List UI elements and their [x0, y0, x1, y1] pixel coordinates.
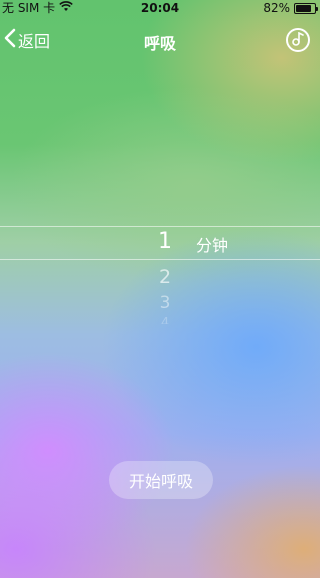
picker-top-line	[0, 226, 320, 227]
navigation-bar: 返回 呼吸	[0, 26, 320, 56]
picker-unit-label: 分钟	[196, 236, 229, 255]
start-breathing-button[interactable]: 开始呼吸	[109, 461, 213, 499]
battery-icon	[294, 3, 318, 14]
picker-selected-value[interactable]: 1	[150, 229, 180, 254]
picker-bottom-line	[0, 259, 320, 260]
status-right: 82%	[263, 0, 318, 16]
start-breathing-label: 开始呼吸	[128, 472, 193, 491]
page-title: 呼吸	[143, 34, 176, 53]
status-bar: 无 SIM 卡 20:04 82%	[0, 0, 320, 16]
picker-option[interactable]: 4	[150, 316, 180, 324]
picker-option[interactable]: 3	[150, 293, 180, 313]
picker-option[interactable]: 2	[150, 266, 180, 288]
music-note-icon	[292, 31, 304, 50]
battery-percent: 82%	[263, 1, 290, 15]
music-button[interactable]	[286, 28, 310, 52]
